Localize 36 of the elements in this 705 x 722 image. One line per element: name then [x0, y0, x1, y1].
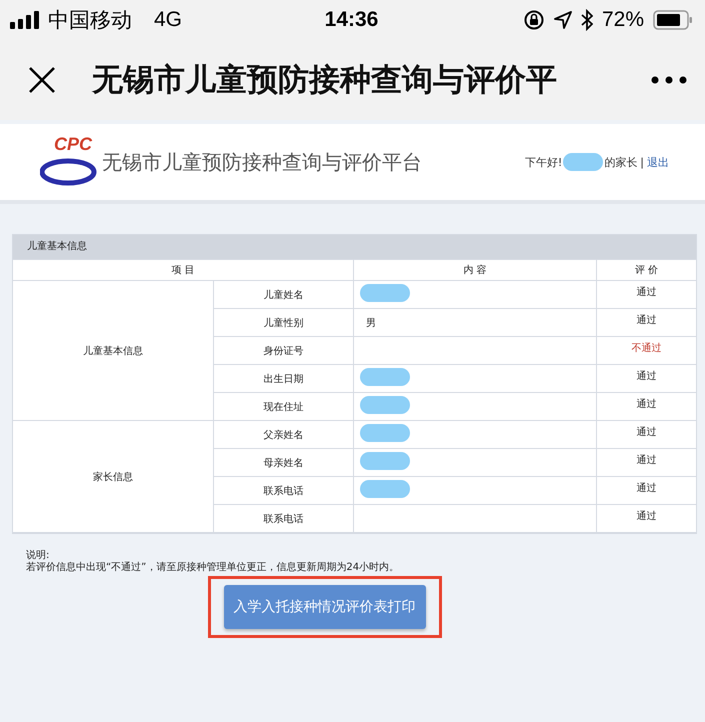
site-title: 无锡市儿童预防接种查询与评价平台	[102, 148, 422, 176]
carrier-name: 中国移动	[48, 8, 132, 34]
table-cell: 现在住址	[214, 392, 354, 420]
column-header: 评 价	[596, 260, 696, 280]
table-cell: 身份证号	[214, 336, 354, 364]
rotation-lock-icon	[522, 9, 545, 31]
battery-percent: 72%	[602, 8, 644, 32]
more-button[interactable]	[651, 76, 687, 84]
table-cell: 父亲姓名	[214, 420, 354, 448]
status-time: 14:36	[324, 8, 378, 32]
separator: |	[640, 156, 644, 168]
page-title: 无锡市儿童预防接种查询与评价平	[92, 61, 558, 100]
column-header: 项 目	[13, 260, 354, 280]
table-cell: 家长信息	[13, 420, 214, 532]
column-header: 内 容	[354, 260, 596, 280]
table-cell: 联系电话	[214, 476, 354, 504]
notes-title: 说明:	[26, 550, 50, 562]
print-button[interactable]: 入学入托接种情况评价表打印	[224, 585, 426, 629]
bluetooth-icon	[580, 9, 593, 31]
table-cell: 儿童基本信息	[13, 280, 214, 420]
table-cell: 出生日期	[214, 364, 354, 392]
table-cell: 母亲姓名	[214, 448, 354, 476]
close-button[interactable]	[28, 66, 56, 94]
signal-icon	[10, 11, 40, 29]
section-header: 儿童基本信息	[13, 235, 696, 259]
network-type: 4G	[154, 8, 182, 32]
greeting-text: 下午好!	[524, 154, 562, 170]
battery-icon	[653, 10, 693, 30]
logout-link[interactable]: 退出	[647, 154, 669, 170]
location-arrow-icon	[554, 11, 572, 29]
table-cell: 男	[366, 318, 376, 328]
table-cell: 联系电话	[214, 504, 354, 532]
notes-text: 若评价信息中出现“不通过”，请至原接种管理单位更正，信息更新周期为24小时内。	[26, 562, 400, 574]
table-cell: 儿童姓名	[214, 280, 354, 308]
table-cell: 儿童性别	[214, 308, 354, 336]
parent-label: 的家长	[604, 154, 638, 170]
